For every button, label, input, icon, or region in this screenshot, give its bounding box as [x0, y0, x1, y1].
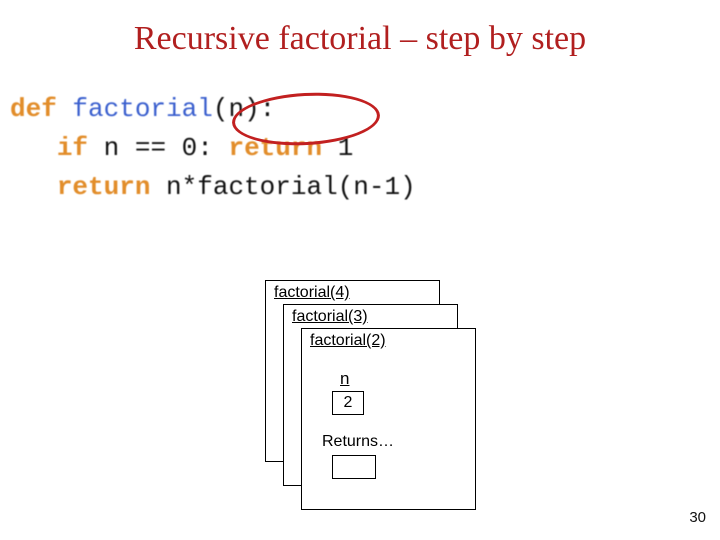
function-name: factorial: [72, 94, 212, 124]
page-number: 30: [689, 509, 706, 526]
frame-label: factorial(2): [302, 329, 475, 350]
returns-label: Returns…: [322, 433, 394, 451]
slide-title: Recursive factorial – step by step: [0, 0, 720, 58]
keyword-def: def: [10, 94, 57, 124]
code-text: n == 0:: [88, 133, 228, 163]
code-line-3: return n*factorial(n-1): [10, 168, 416, 207]
variable-name: n: [340, 369, 349, 389]
stack-frame-3: factorial(2) n 2 Returns…: [301, 328, 476, 510]
keyword-if: if: [57, 133, 88, 163]
code-text: n*factorial(n-1): [150, 172, 415, 202]
variable-value-box: 2: [332, 391, 364, 415]
frame-label: factorial(3): [284, 305, 457, 326]
frame-label: factorial(4): [266, 281, 439, 302]
returns-value-box: [332, 455, 376, 479]
keyword-return: return: [57, 172, 151, 202]
